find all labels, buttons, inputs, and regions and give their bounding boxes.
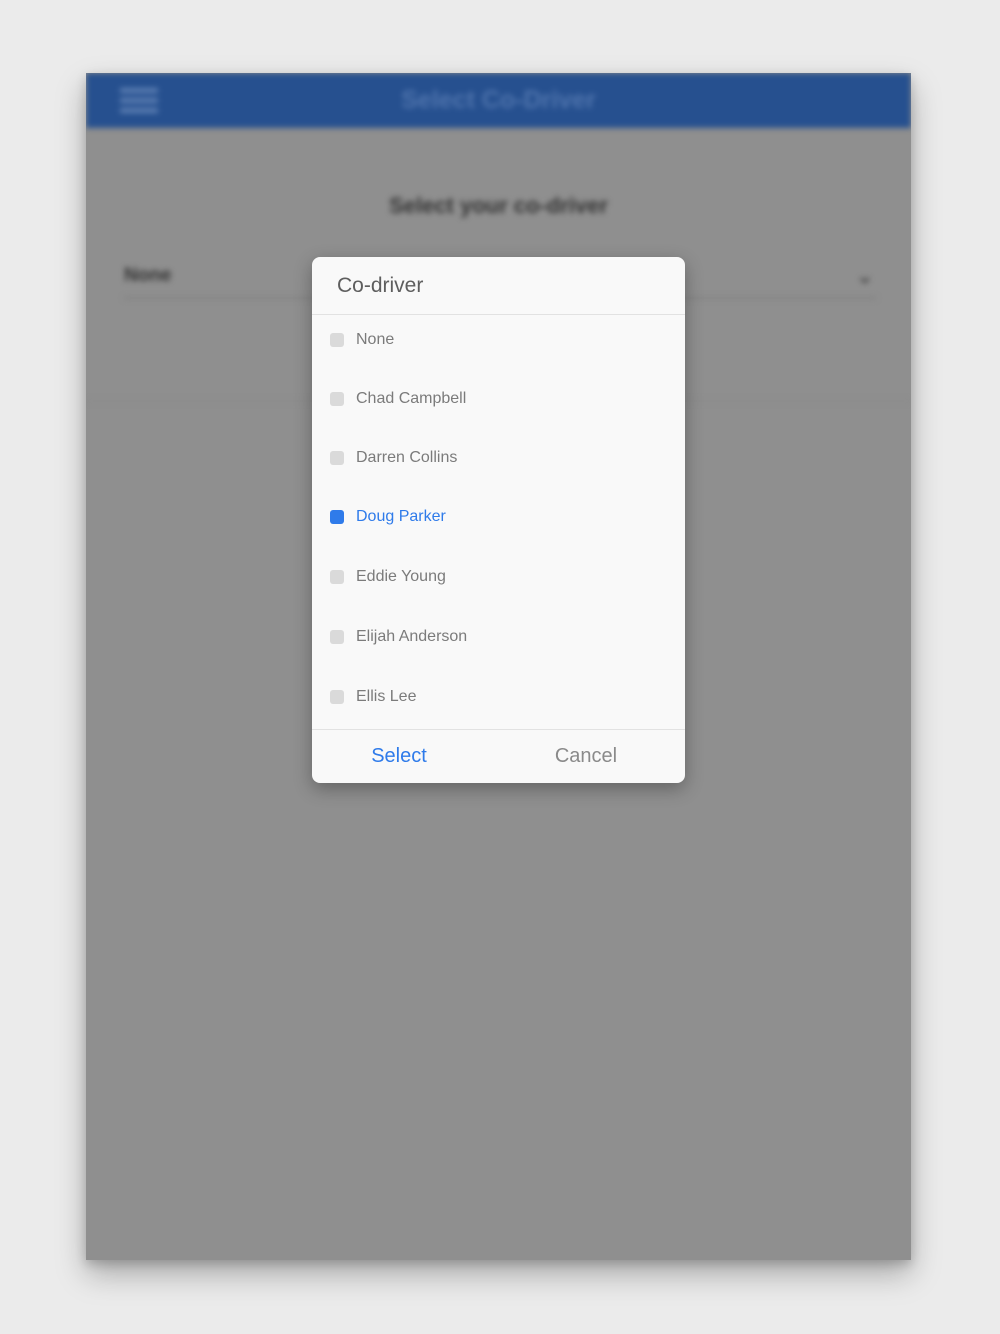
option-list: None Chad Campbell Darren Collins Doug P… <box>312 315 685 729</box>
checkbox-checked-icon <box>330 510 344 524</box>
app-header: Select Co-Driver <box>86 73 911 128</box>
checkbox-icon <box>330 333 344 347</box>
option-label: Darren Collins <box>356 449 458 466</box>
option-label: Ellis Lee <box>356 688 417 705</box>
dialog-title: Co-driver <box>337 274 424 297</box>
option-eddie-young[interactable]: Eddie Young <box>312 557 685 597</box>
co-driver-dialog: Co-driver None Chad Campbell Darren Coll… <box>312 257 685 783</box>
checkbox-icon <box>330 451 344 465</box>
option-chad-campbell[interactable]: Chad Campbell <box>312 379 685 419</box>
option-ellis-lee[interactable]: Ellis Lee <box>312 677 685 717</box>
cancel-button[interactable]: Cancel <box>499 730 673 783</box>
option-darren-collins[interactable]: Darren Collins <box>312 438 685 478</box>
page-heading: Select your co-driver <box>389 193 608 218</box>
option-elijah-anderson[interactable]: Elijah Anderson <box>312 617 685 657</box>
option-label: Elijah Anderson <box>356 628 468 645</box>
option-label: Eddie Young <box>356 568 446 585</box>
chevron-down-icon: ⌄ <box>855 263 874 288</box>
checkbox-icon <box>330 570 344 584</box>
option-label: Chad Campbell <box>356 390 467 407</box>
select-button[interactable]: Select <box>312 730 486 783</box>
checkbox-icon <box>330 630 344 644</box>
option-label: None <box>356 331 395 348</box>
option-doug-parker[interactable]: Doug Parker <box>312 497 685 537</box>
option-none[interactable]: None <box>312 320 685 360</box>
app-title: Select Co-Driver <box>401 86 596 114</box>
checkbox-icon <box>330 690 344 704</box>
dropdown-value: None <box>124 265 172 286</box>
checkbox-icon <box>330 392 344 406</box>
option-label: Doug Parker <box>356 508 446 525</box>
